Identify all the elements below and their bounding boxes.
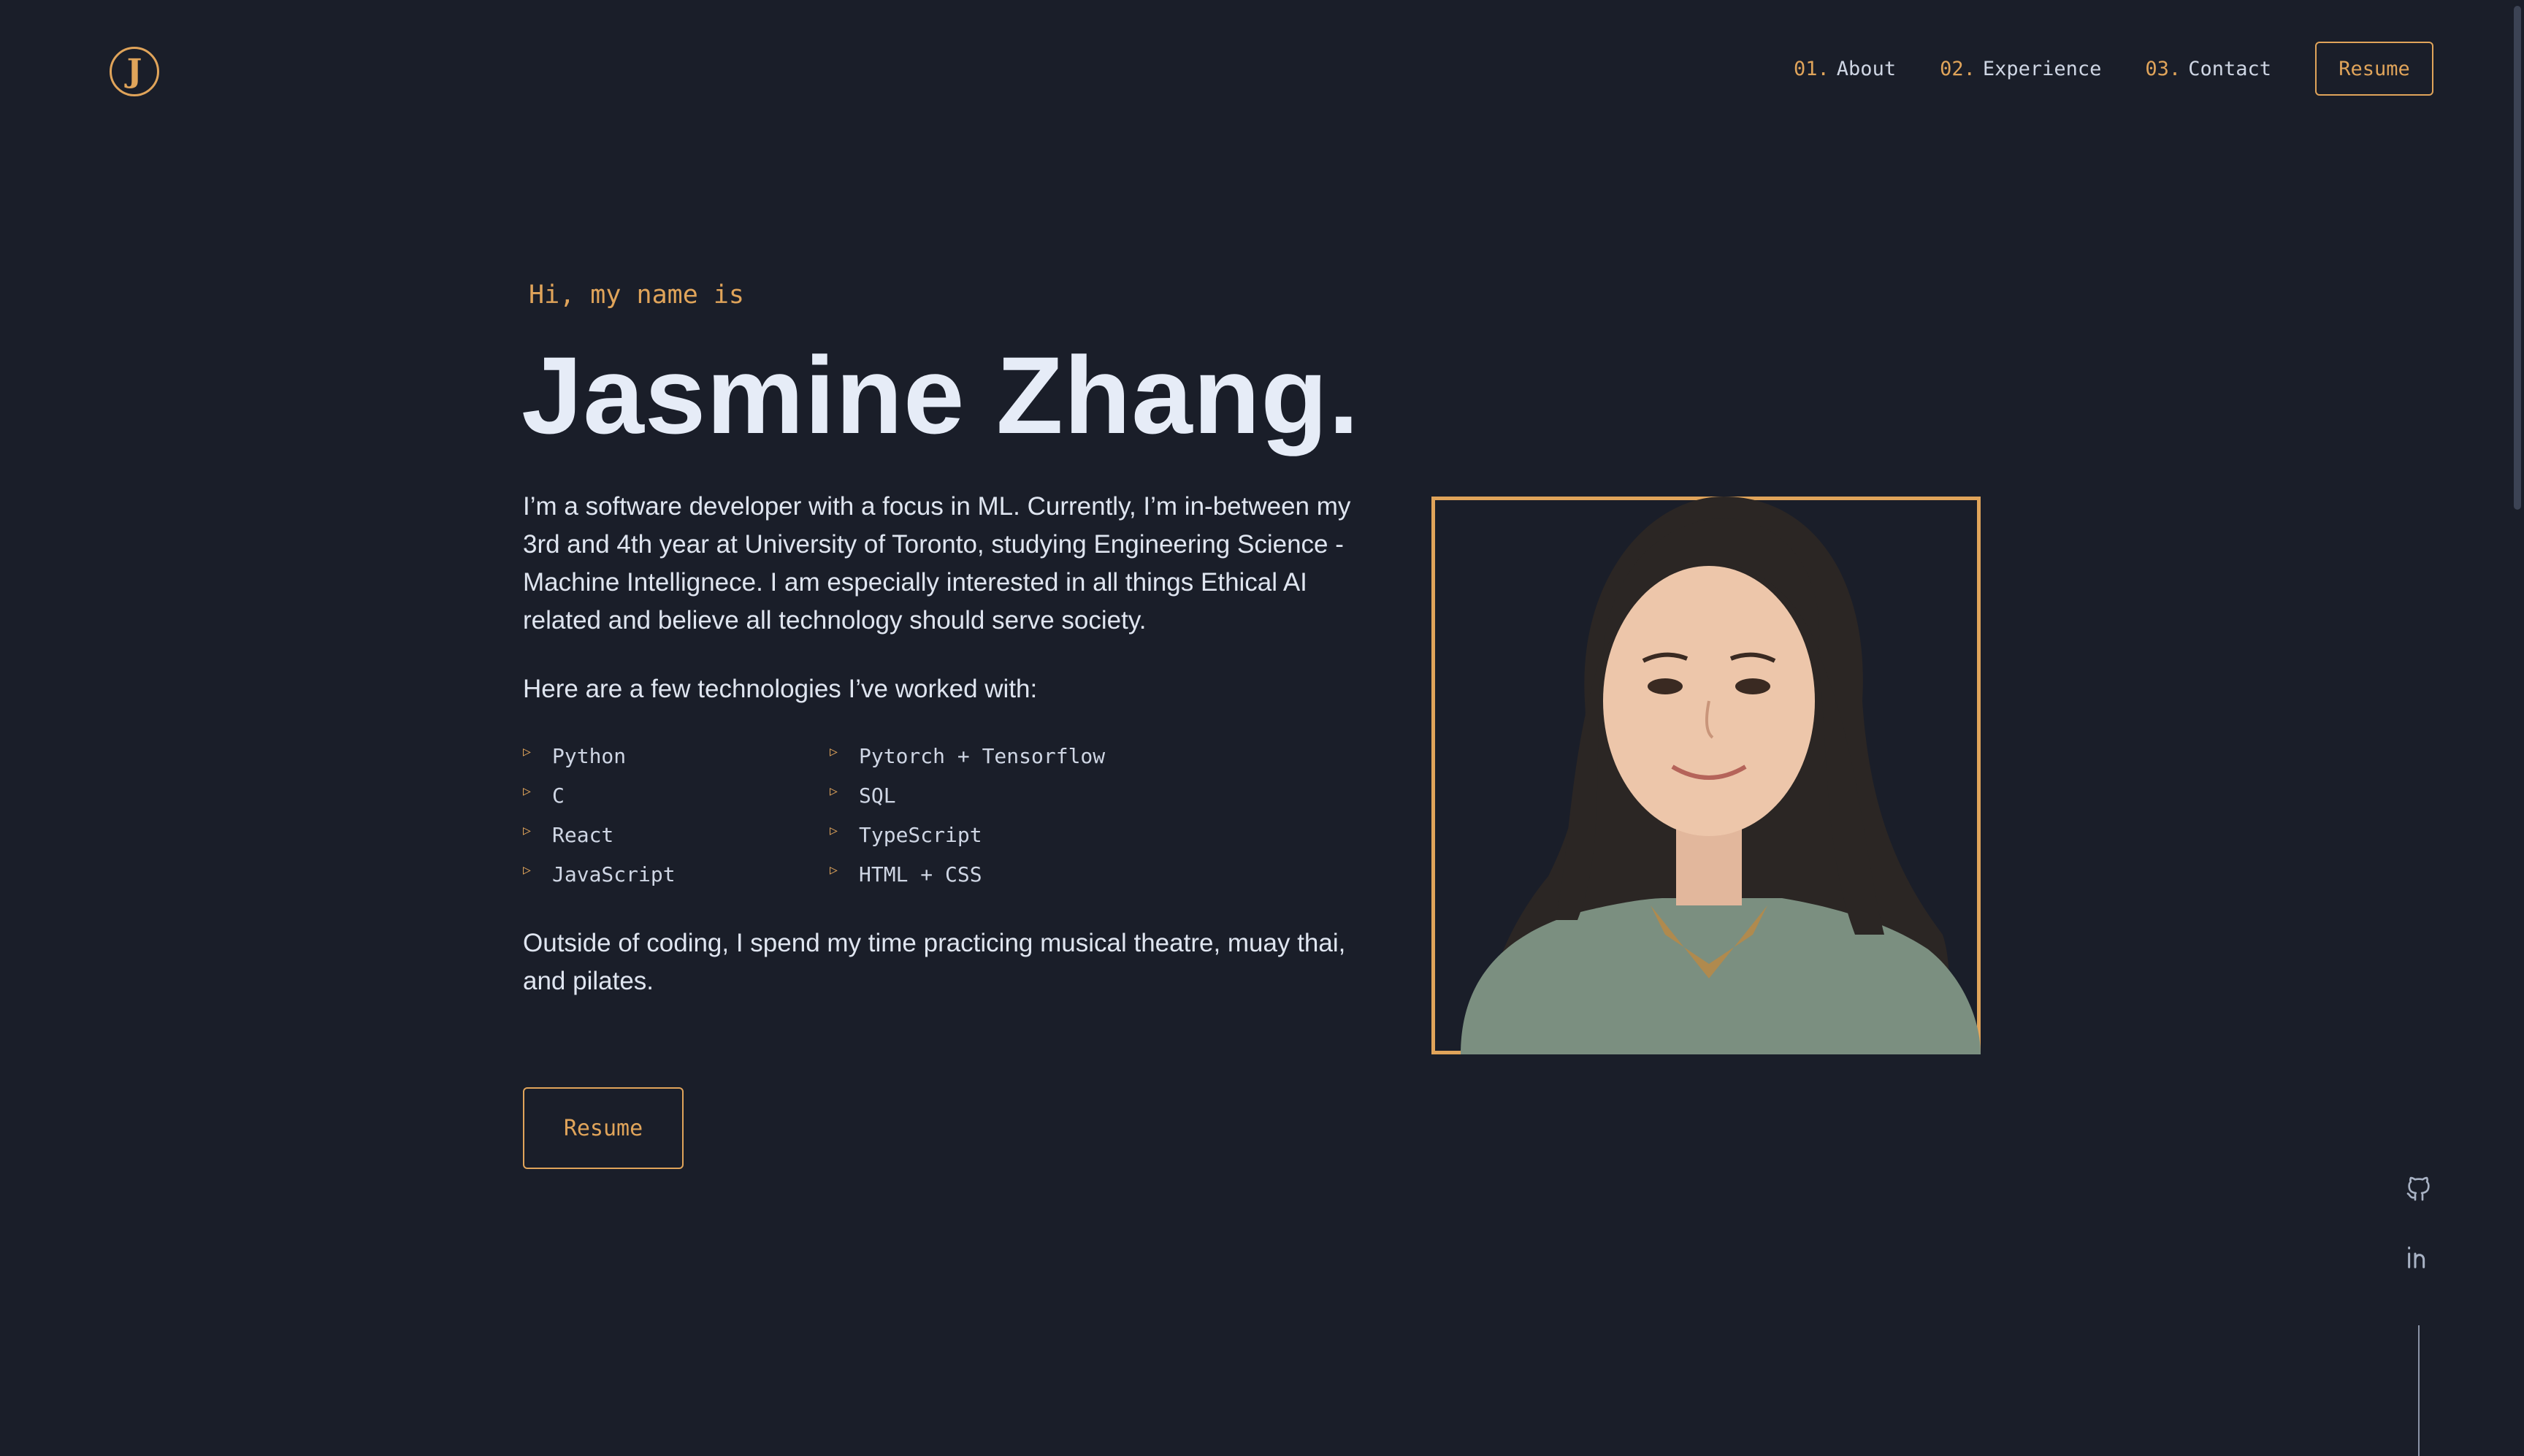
triangle-bullet-icon: ▷ [523,743,531,759]
technology-label: Python [552,743,627,768]
github-icon[interactable] [2404,1174,2433,1203]
top-nav: 01. About 02. Experience 03. Contact Res… [1794,40,2433,97]
triangle-bullet-icon: ▷ [830,862,838,878]
list-item: ▷ Python [523,736,830,775]
technologies-list: ▷ Python ▷ Pytorch + Tensorflow ▷ C ▷ SQL ▷ R… [523,736,1180,894]
list-item: ▷ HTML + CSS [830,854,1180,894]
triangle-bullet-icon: ▷ [830,743,838,759]
list-item: ▷ Pytorch + Tensorflow [830,736,1180,775]
list-item: ▷ SQL [830,775,1180,815]
social-links [2404,1174,2433,1311]
triangle-bullet-icon: ▷ [830,822,838,838]
technology-label: HTML + CSS [859,862,982,886]
linkedin-icon[interactable] [2404,1243,2433,1272]
profile-photo [1461,497,1981,1054]
technologies-intro: Here are a few technologies I’ve worked … [523,675,1038,703]
list-item: ▷ TypeScript [830,815,1180,854]
list-item: ▷ JavaScript [523,854,830,894]
nav-item-contact[interactable]: 03. Contact [2145,58,2271,80]
hobbies-paragraph: Outside of coding, I spend my time pract… [523,929,1346,995]
triangle-bullet-icon: ▷ [523,862,531,878]
logo-letter: J [126,53,142,90]
bio-paragraph: I’m a software developer with a focus in… [523,492,1351,635]
nav-item-number: 02. [1940,57,1976,80]
list-item: ▷ React [523,815,830,854]
technology-label: Pytorch + Tensorflow [859,743,1106,768]
nav-item-about[interactable]: 01. About [1794,58,1896,80]
technology-label: C [552,783,565,808]
nav-item-label: Experience [1982,57,2102,80]
page-title: Jasmine Zhang. [521,334,1360,456]
nav-item-experience[interactable]: 02. Experience [1940,58,2101,80]
nav-item-number: 03. [2145,57,2181,80]
nav-resume-button[interactable]: Resume [2315,42,2433,96]
scrollbar-thumb[interactable] [2514,6,2521,510]
nav-item-label: About [1836,57,1897,80]
hero-resume-button[interactable]: Resume [523,1087,684,1169]
technology-label: SQL [859,783,896,808]
technology-label: React [552,822,614,847]
technology-label: TypeScript [859,822,982,847]
greeting-text: Hi, my name is [529,280,745,310]
side-divider-line [2418,1325,2420,1456]
logo[interactable]: J [110,47,159,96]
triangle-bullet-icon: ▷ [830,783,838,799]
list-item: ▷ C [523,775,830,815]
triangle-bullet-icon: ▷ [523,783,531,799]
triangle-bullet-icon: ▷ [523,822,531,838]
nav-item-number: 01. [1794,57,1829,80]
nav-item-label: Contact [2188,57,2271,80]
technology-label: JavaScript [552,862,676,886]
